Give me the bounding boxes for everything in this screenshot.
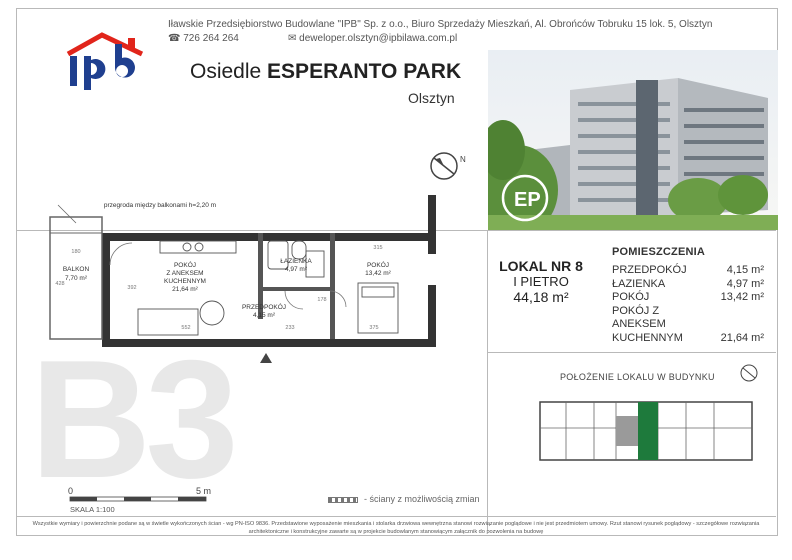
email-address[interactable]: deweloper.olsztyn@ipbilawa.com.pl — [299, 33, 457, 44]
compass-icon: N — [430, 152, 466, 180]
scale-zero: 0 — [68, 486, 73, 496]
building-keyplan — [539, 401, 753, 461]
dimension: 375 — [369, 325, 378, 331]
divider — [16, 516, 776, 517]
company-address: Iławskie Przedsiębiorstwo Budowlane "IPB… — [168, 19, 713, 30]
room-row: PRZEDPOKÓJ 4,15 m² — [612, 264, 764, 278]
project-city: Olsztyn — [408, 90, 455, 106]
lazienka-area: 4,97 m² — [285, 266, 308, 273]
pokoj-aneks-label-2: Z ANEKSEM — [166, 270, 203, 277]
room-row: POKÓJ Z ANEKSEM KUCHENNYM 21,64 m² — [612, 305, 764, 346]
dimension: 552 — [181, 325, 190, 331]
legend: - ściany z możliwością zmian — [328, 494, 480, 504]
lazienka-label: ŁAZIENKA — [280, 258, 312, 265]
location-heading: POŁOŻENIE LOKALU W BUDYNKU — [560, 372, 715, 382]
rooms-heading: POMIESZCZENIA — [612, 246, 706, 258]
wall — [428, 195, 436, 254]
compass-north-label: N — [460, 155, 466, 164]
phone-number[interactable]: 726 264 264 — [183, 33, 239, 44]
dimension: 428 — [55, 281, 64, 287]
wall — [108, 339, 433, 347]
compass-small-icon — [740, 364, 758, 382]
room-area: 21,64 m² — [720, 331, 764, 344]
photo-logo: EP — [514, 189, 541, 211]
wall — [428, 285, 436, 347]
pokoj-aneks-label: POKÓJ — [174, 260, 196, 269]
company-logo — [66, 32, 144, 90]
unit-number: LOKAL NR 8 — [499, 258, 583, 274]
scale-bar: 0 5 m SKALA 1:100 — [68, 486, 211, 514]
dimension: 233 — [285, 325, 294, 331]
dimension: 392 — [127, 285, 136, 291]
mail-icon: ✉ — [288, 33, 297, 44]
balkon-area: 7,70 m² — [65, 275, 88, 282]
partition-note: przegroda między balkonami h=2,20 m — [104, 202, 216, 209]
room-row: ŁAZIENKA 4,97 m² — [612, 278, 764, 292]
room-name: ŁAZIENKA — [612, 277, 666, 290]
pokoj-aneks-label-3: KUCHENNYM — [164, 278, 206, 285]
project-title: Osiedle ESPERANTO PARK — [190, 60, 461, 84]
building-rendering: EP — [488, 50, 778, 230]
scale-label: SKALA 1:100 — [70, 505, 115, 514]
email-line: ✉ deweloper.olsztyn@ipbilawa.com.pl — [288, 33, 457, 44]
unit-summary: LOKAL NR 8 I PIETRO 44,18 m² — [496, 258, 586, 305]
room-area: 13,42 m² — [720, 291, 764, 303]
przedpokoj-area: 4,15 m² — [253, 312, 276, 319]
footer-disclaimer: Wszystkie wymiary i powierzchnie podane … — [32, 521, 760, 535]
rooms-table: POMIESZCZENIA PRZEDPOKÓJ 4,15 m² ŁAZIENKA… — [612, 246, 764, 345]
unit-highlight — [638, 402, 658, 460]
room-area: 4,97 m² — [726, 277, 764, 290]
przedpokoj-label: PRZEDPOKÓJ — [242, 302, 286, 311]
room-name: PRZEDPOKÓJ — [612, 264, 687, 276]
dimension: 315 — [373, 245, 382, 251]
divider — [487, 230, 488, 530]
phone-icon: ☎ — [168, 33, 181, 44]
floor-plan: przegroda między balkonami h=2,20 m BALK… — [49, 195, 436, 363]
title-prefix: Osiedle — [190, 60, 262, 83]
pokoj-aneks-area: 21,64 m² — [172, 286, 198, 293]
dimension: 178 — [317, 297, 326, 303]
pokoj-label: POKÓJ — [367, 260, 389, 269]
phone-line: ☎ 726 264 264 — [168, 33, 239, 44]
wall — [102, 233, 110, 347]
title-name: ESPERANTO PARK — [267, 60, 462, 83]
legend-text: - ściany z możliwością zmian — [364, 494, 480, 504]
divider — [487, 352, 776, 353]
dimension: 180 — [71, 249, 80, 255]
wall — [108, 233, 433, 241]
pokoj-area: 13,42 m² — [365, 270, 391, 277]
unit-area: 44,18 m² — [513, 289, 569, 305]
room-name: POKÓJ — [612, 291, 650, 303]
room-name: POKÓJ Z ANEKSEM KUCHENNYM — [612, 304, 683, 344]
scale-five: 5 m — [196, 486, 211, 496]
legend-swatch — [328, 496, 358, 503]
room-area: 4,15 m² — [726, 264, 764, 276]
balkon-label: BALKON — [63, 266, 90, 273]
room-row: POKÓJ 13,42 m² — [612, 291, 764, 305]
unit-floor: I PIETRO — [513, 274, 569, 289]
